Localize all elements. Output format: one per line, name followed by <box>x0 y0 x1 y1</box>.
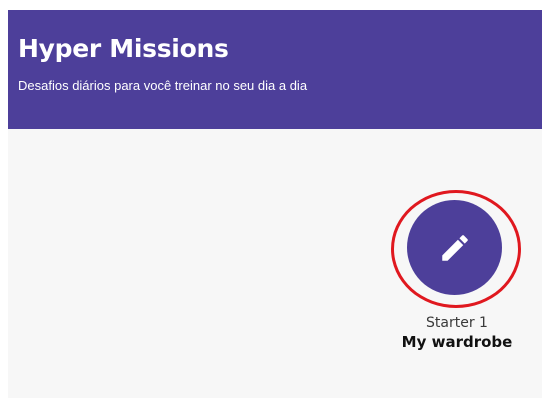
app-frame: Hyper Missions Desafios diários para voc… <box>0 0 542 398</box>
mission-level: Starter 1 <box>426 315 488 331</box>
page-header: Hyper Missions Desafios diários para voc… <box>8 10 542 129</box>
page-title: Hyper Missions <box>18 34 229 63</box>
mission-name[interactable]: My wardrobe <box>391 333 523 351</box>
mission-start-button[interactable] <box>407 200 502 295</box>
mission-card-my-wardrobe[interactable]: Starter 1 My wardrobe <box>391 190 523 370</box>
pencil-icon <box>438 231 472 265</box>
page-subtitle: Desafios diários para você treinar no se… <box>18 78 308 93</box>
missions-panel: Hyper Missions Desafios diários para voc… <box>8 10 542 398</box>
